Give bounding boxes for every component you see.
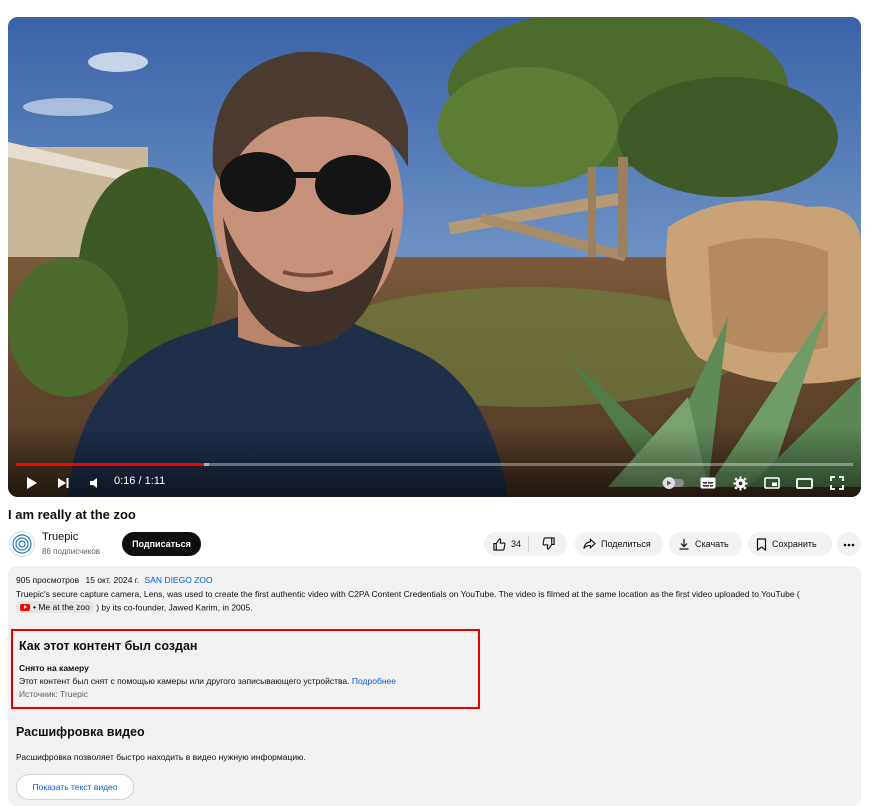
autoplay-toggle[interactable] (660, 471, 688, 495)
miniplayer-button[interactable] (760, 471, 784, 495)
subscriber-count: 86 подписчиков (42, 547, 101, 556)
like-icon (493, 537, 506, 551)
description-panel[interactable]: 905 просмотров 15 окт. 2024 г. SAN DIEGO… (8, 566, 861, 806)
more-actions-button[interactable] (837, 532, 861, 556)
more-icon (843, 539, 855, 549)
volume-icon (88, 476, 102, 490)
learn-more-link[interactable]: Подробнее (352, 676, 396, 686)
share-label: Поделиться (601, 539, 651, 549)
time-total: 1:11 (144, 475, 166, 487)
fullscreen-icon (830, 476, 844, 490)
how-created-source: Источник: Truepic (19, 689, 89, 699)
truepic-logo-icon (12, 534, 32, 554)
how-created-text: Этот контент был снят с помощью камеры и… (19, 676, 396, 686)
description-text: Truepic's secure capture camera, Lens, w… (16, 588, 846, 615)
like-count: 34 (511, 539, 522, 549)
settings-button[interactable] (728, 471, 752, 495)
progress-bar[interactable] (16, 463, 853, 466)
location-link[interactable]: SAN DIEGO ZOO (145, 575, 213, 585)
save-button[interactable]: Сохранить (748, 532, 832, 556)
transcript-text: Расшифровка позволяет быстро находить в … (16, 752, 306, 762)
video-title: I am really at the zoo (8, 507, 136, 522)
play-icon (24, 476, 38, 490)
channel-name[interactable]: Truepic (42, 531, 78, 543)
how-created-title: Как этот контент был создан (19, 639, 198, 653)
progress-played (16, 463, 205, 466)
download-icon (678, 538, 690, 550)
theater-mode-button[interactable] (792, 471, 816, 495)
like-dislike-group: 34 (484, 532, 567, 556)
play-button[interactable] (20, 471, 42, 495)
video-frame (8, 17, 861, 497)
share-icon (583, 538, 596, 550)
theater-icon (795, 477, 813, 489)
download-button[interactable]: Скачать (669, 532, 742, 556)
dislike-icon (542, 536, 555, 552)
video-meta: 905 просмотров 15 окт. 2024 г. SAN DIEGO… (16, 575, 213, 585)
description-text-after: ) by its co-founder, Jawed Karim, in 200… (96, 602, 253, 613)
subtitles-button[interactable] (696, 471, 720, 495)
time-separator: / (135, 475, 145, 487)
settings-icon (732, 475, 748, 491)
subtitles-icon (700, 477, 716, 489)
transcript-title: Расшифровка видео (16, 725, 145, 739)
how-created-subtitle: Снято на камеру (19, 663, 89, 673)
how-created-section: Как этот контент был создан Снято на кам… (11, 629, 480, 709)
upload-date: 15 окт. 2024 г. (85, 575, 140, 585)
time-current: 0:16 (114, 475, 136, 487)
share-button[interactable]: Поделиться (575, 532, 663, 556)
linked-video-chip[interactable]: • Me at the zoo (16, 601, 94, 613)
description-text-before: Truepic's secure capture camera, Lens, w… (16, 589, 800, 599)
linked-video-title: • Me at the zoo (33, 601, 90, 612)
next-button[interactable] (52, 471, 74, 495)
show-transcript-button[interactable]: Показать текст видео (16, 774, 134, 800)
dislike-button[interactable] (529, 532, 567, 556)
save-label: Сохранить (772, 539, 817, 549)
fullscreen-button[interactable] (826, 471, 848, 495)
time-display: 0:16 / 1:11 (114, 475, 165, 487)
channel-avatar[interactable] (9, 531, 35, 557)
autoplay-toggle-icon (662, 477, 686, 489)
miniplayer-icon (764, 477, 780, 489)
how-created-description: Этот контент был снят с помощью камеры и… (19, 676, 350, 686)
like-button[interactable]: 34 (484, 532, 528, 556)
next-icon (56, 476, 70, 490)
download-label: Скачать (695, 539, 729, 549)
youtube-icon (20, 603, 30, 611)
subscribe-button[interactable]: Подписаться (122, 532, 201, 556)
video-player[interactable]: 0:16 / 1:11 (8, 17, 861, 497)
view-count: 905 просмотров (16, 575, 80, 585)
save-icon (756, 537, 767, 551)
volume-button[interactable] (84, 471, 106, 495)
